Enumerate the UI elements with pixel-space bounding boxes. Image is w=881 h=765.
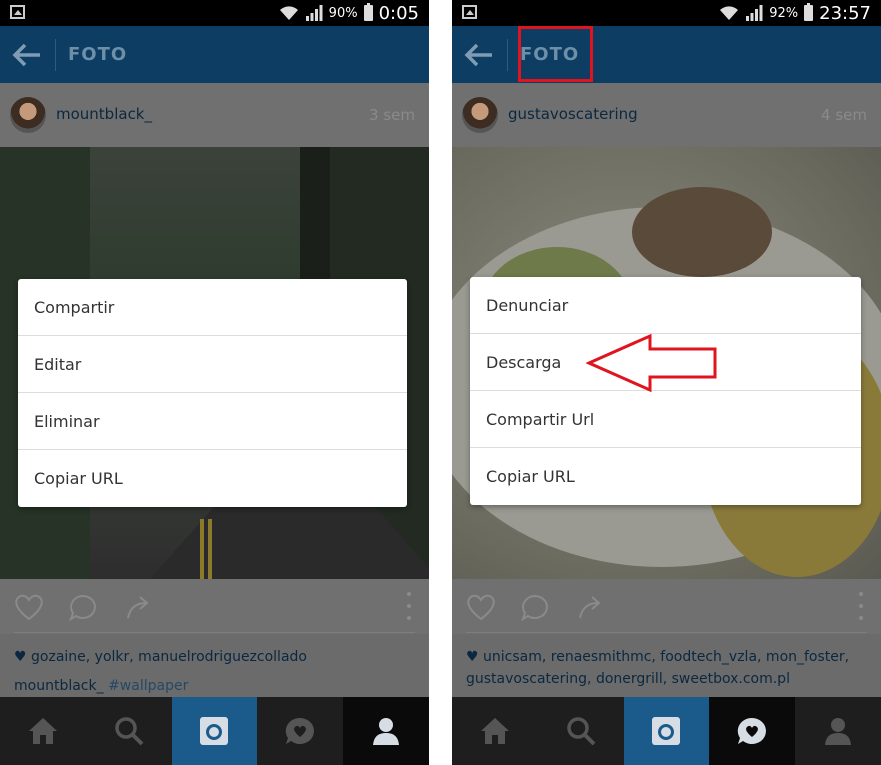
battery-percent: 92% xyxy=(769,5,799,21)
tab-activity[interactable] xyxy=(257,697,343,765)
title-highlight-box xyxy=(518,26,593,82)
menu-item-eliminar[interactable]: Eliminar xyxy=(18,393,407,450)
bottom-tab-bar xyxy=(0,697,429,765)
clock: 0:05 xyxy=(378,2,419,24)
battery-percent: 90% xyxy=(328,5,358,21)
status-bar: 92% 23:57 xyxy=(452,0,881,26)
post-actions xyxy=(452,579,881,634)
more-vert-icon[interactable] xyxy=(407,591,411,621)
post-age: 4 sem xyxy=(821,106,867,124)
status-bar: 90% 0:05 xyxy=(0,0,429,26)
likes-heart-icon: ♥ xyxy=(14,649,27,665)
likes-list: ♥ unicsam, renaesmithmc, foodtech_vzla, … xyxy=(466,646,871,690)
likes-names-line-2[interactable]: gustavoscatering, donergrill, sweetbox.c… xyxy=(466,671,790,687)
tab-profile[interactable] xyxy=(795,697,881,765)
menu-item-compartir-url[interactable]: Compartir Url xyxy=(470,391,861,448)
likes-list: ♥ gozaine, yolkr, manuelrodriguezcollado xyxy=(14,646,419,668)
signal-icon xyxy=(746,5,763,21)
tab-activity[interactable] xyxy=(709,697,796,765)
activity-icon xyxy=(286,717,315,744)
search-icon xyxy=(114,717,144,746)
wifi-icon xyxy=(279,6,298,20)
menu-item-compartir[interactable]: Compartir xyxy=(18,279,407,336)
share-icon[interactable] xyxy=(576,593,606,621)
pointer-arrow-annotation xyxy=(586,333,717,393)
menu-item-copiar-url[interactable]: Copiar URL xyxy=(18,450,407,507)
gallery-notification-icon xyxy=(10,5,25,19)
app-bar-divider xyxy=(507,39,508,71)
tab-profile[interactable] xyxy=(343,697,429,765)
tab-search[interactable] xyxy=(538,697,624,765)
clock: 23:57 xyxy=(819,2,871,24)
battery-icon xyxy=(804,3,814,21)
heart-icon[interactable] xyxy=(14,593,44,621)
menu-item-denunciar[interactable]: Denunciar xyxy=(470,277,861,334)
back-arrow-icon[interactable] xyxy=(12,42,42,68)
right-screenshot: 92% 23:57 FOTO gustavoscatering 4 sem ♥ … xyxy=(452,0,881,765)
post-header: mountblack_ 3 sem xyxy=(0,83,429,147)
caption-hashtag[interactable]: #wallpaper xyxy=(108,678,188,694)
likes-heart-icon: ♥ xyxy=(466,649,479,665)
camera-icon xyxy=(652,717,681,745)
wifi-icon xyxy=(720,6,739,20)
app-bar-divider xyxy=(55,39,56,71)
tab-home[interactable] xyxy=(452,697,538,765)
likes-names-line-1[interactable]: unicsam, renaesmithmc, foodtech_vzla, mo… xyxy=(483,649,849,665)
signal-icon xyxy=(305,5,323,21)
likes-names[interactable]: gozaine, yolkr, manuelrodriguezcollado xyxy=(31,649,307,665)
gallery-notification-icon xyxy=(462,5,477,19)
bottom-tab-bar xyxy=(452,697,881,765)
post-actions xyxy=(0,579,429,634)
app-bar: FOTO xyxy=(452,26,881,83)
search-icon xyxy=(566,717,596,746)
comment-icon[interactable] xyxy=(68,593,98,621)
post-age: 3 sem xyxy=(369,106,415,124)
menu-item-copiar-url[interactable]: Copiar URL xyxy=(470,448,861,505)
share-icon[interactable] xyxy=(124,593,154,621)
tab-search[interactable] xyxy=(86,697,172,765)
post-caption: mountblack_ #wallpaper xyxy=(14,678,188,694)
post-username[interactable]: gustavoscatering xyxy=(508,105,638,123)
more-vert-icon[interactable] xyxy=(859,591,863,621)
tab-home[interactable] xyxy=(0,697,86,765)
caption-username[interactable]: mountblack_ xyxy=(14,678,104,694)
post-divider xyxy=(466,632,867,633)
post-divider xyxy=(14,632,415,633)
battery-icon xyxy=(363,3,373,21)
tab-camera[interactable] xyxy=(623,697,710,765)
avatar[interactable] xyxy=(462,97,498,133)
tab-camera[interactable] xyxy=(171,697,258,765)
home-icon xyxy=(28,718,57,744)
profile-icon xyxy=(373,718,400,745)
heart-icon[interactable] xyxy=(466,593,496,621)
profile-icon xyxy=(825,718,852,745)
camera-icon xyxy=(200,717,229,745)
left-screenshot: 90% 0:05 FOTO mountblack_ 3 sem ♥ gozain… xyxy=(0,0,429,765)
home-icon xyxy=(480,718,509,744)
page-title: FOTO xyxy=(68,44,128,65)
post-header: gustavoscatering 4 sem xyxy=(452,83,881,147)
avatar[interactable] xyxy=(10,97,46,133)
activity-icon xyxy=(738,717,767,744)
comment-icon[interactable] xyxy=(520,593,550,621)
options-dialog: Compartir Editar Eliminar Copiar URL xyxy=(18,279,407,507)
app-bar: FOTO xyxy=(0,26,429,83)
post-username[interactable]: mountblack_ xyxy=(56,105,152,123)
back-arrow-icon[interactable] xyxy=(464,42,494,68)
menu-item-editar[interactable]: Editar xyxy=(18,336,407,393)
